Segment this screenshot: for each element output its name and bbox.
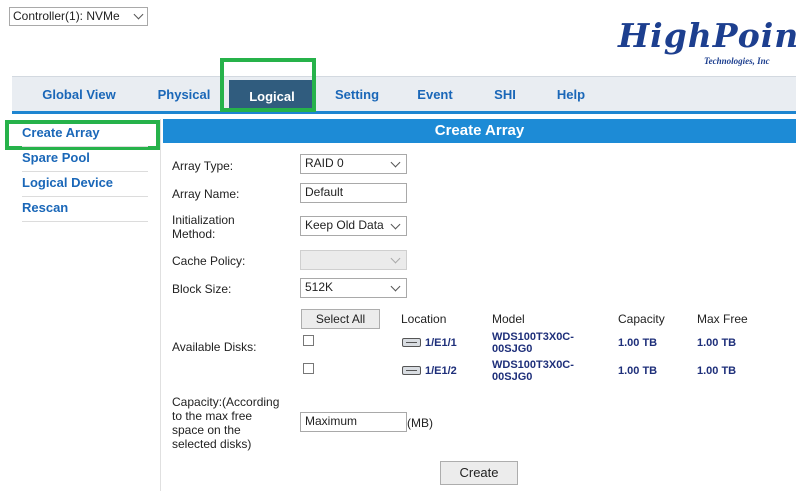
block-size-value: 512K <box>305 280 334 294</box>
location-column-header: Location <box>401 312 447 326</box>
sidebar-item-logical-device[interactable]: Logical Device <box>22 172 148 197</box>
init-method-label-line2: Method: <box>172 227 216 241</box>
disk-location-1: 1/E1/1 <box>425 337 457 349</box>
controller-select-value: Controller(1): NVMe <box>13 9 120 23</box>
logo-tagline: Technologies, Inc <box>704 56 770 66</box>
create-button[interactable]: Create <box>440 461 518 485</box>
disk-model-1-line1: WDS100T3X0C- <box>492 331 574 343</box>
capacity-label-line2: to the max free <box>172 409 253 423</box>
available-disks-label: Available Disks: <box>172 340 257 354</box>
disk-icon <box>402 338 421 347</box>
disk-location-2: 1/E1/2 <box>425 365 457 377</box>
array-name-input[interactable]: Default <box>300 183 407 203</box>
block-size-label: Block Size: <box>172 282 232 296</box>
array-type-label: Array Type: <box>172 159 234 173</box>
tab-shi[interactable]: SHI <box>483 77 527 113</box>
capacity-unit: (MB) <box>407 416 433 430</box>
controller-select[interactable]: Controller(1): NVMe <box>9 7 148 26</box>
array-name-label: Array Name: <box>172 187 240 201</box>
init-method-value: Keep Old Data <box>305 218 384 232</box>
tab-physical[interactable]: Physical <box>144 77 224 113</box>
disk-model-1-line2: 00SJG0 <box>492 343 533 355</box>
disk-model-2-line2: 00SJG0 <box>492 371 533 383</box>
nav-underline <box>12 111 796 114</box>
disk-icon <box>402 366 421 375</box>
max-free-column-header: Max Free <box>697 312 748 326</box>
chevron-down-icon <box>390 253 401 264</box>
array-type-select[interactable]: RAID 0 <box>300 154 407 174</box>
disk-checkbox-1[interactable] <box>303 335 314 346</box>
tab-setting[interactable]: Setting <box>322 77 392 113</box>
array-type-value: RAID 0 <box>305 156 344 170</box>
tab-help[interactable]: Help <box>547 77 595 113</box>
tab-global-view[interactable]: Global View <box>26 77 132 113</box>
sidebar-item-rescan[interactable]: Rescan <box>22 197 148 222</box>
sidebar-item-spare-pool[interactable]: Spare Pool <box>22 147 148 172</box>
disk-max-free-1: 1.00 TB <box>697 337 737 349</box>
logo-wordmark: HighPoint <box>618 16 796 55</box>
chevron-down-icon <box>390 157 401 168</box>
page-title: Create Array <box>163 119 796 143</box>
highpoint-logo: HighPoint Technologies, Inc <box>618 16 796 72</box>
top-nav: Global View Physical Logical Setting Eve… <box>12 76 796 113</box>
disk-max-free-2: 1.00 TB <box>697 365 737 377</box>
model-column-header: Model <box>492 312 525 326</box>
sidebar-item-create-array[interactable]: Create Array <box>22 122 148 147</box>
chevron-down-icon <box>133 9 144 20</box>
init-method-select[interactable]: Keep Old Data <box>300 216 407 236</box>
disk-capacity-2: 1.00 TB <box>618 365 658 377</box>
capacity-column-header: Capacity <box>618 312 665 326</box>
highlight-box-logical-tab <box>220 58 316 112</box>
sidebar: Create Array Spare Pool Logical Device R… <box>12 119 161 491</box>
capacity-input[interactable]: Maximum <box>300 412 407 432</box>
capacity-label-line4: selected disks) <box>172 437 252 451</box>
block-size-select[interactable]: 512K <box>300 278 407 298</box>
chevron-down-icon <box>390 281 401 292</box>
chevron-down-icon <box>390 219 401 230</box>
select-all-button[interactable]: Select All <box>301 309 380 329</box>
disk-model-2-line1: WDS100T3X0C- <box>492 359 574 371</box>
capacity-label-line3: space on the <box>172 423 241 437</box>
disk-capacity-1: 1.00 TB <box>618 337 658 349</box>
tab-event[interactable]: Event <box>405 77 465 113</box>
cache-policy-select[interactable] <box>300 250 407 270</box>
disk-checkbox-2[interactable] <box>303 363 314 374</box>
capacity-label-line1: Capacity:(According <box>172 395 280 409</box>
init-method-label-line1: Initialization <box>172 213 235 227</box>
cache-policy-label: Cache Policy: <box>172 254 246 268</box>
